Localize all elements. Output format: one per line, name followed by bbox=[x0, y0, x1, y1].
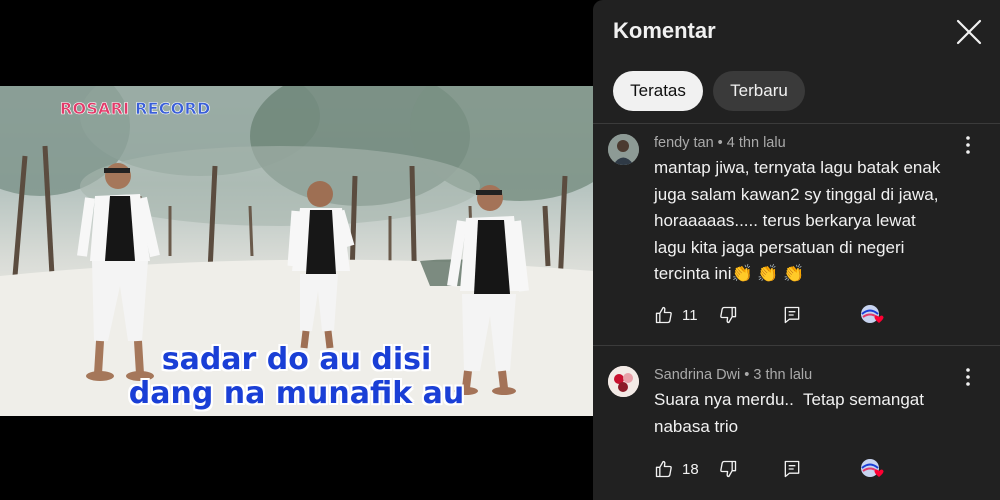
reply-icon bbox=[784, 460, 800, 478]
comment-actions: 18 bbox=[654, 457, 984, 481]
reply-icon bbox=[784, 306, 800, 324]
channel-watermark: ROSARI RECORD bbox=[60, 99, 211, 119]
comment-meta[interactable]: Sandrina Dwi • 3 thn lalu bbox=[654, 367, 812, 383]
like-count: 11 bbox=[682, 306, 698, 324]
panel-title: Komentar bbox=[613, 18, 716, 43]
reply-button[interactable] bbox=[782, 457, 802, 481]
close-button[interactable] bbox=[951, 14, 987, 50]
like-icon bbox=[655, 306, 672, 324]
comment-text: Suara nya merdu.. Tetap semangat nabasa … bbox=[654, 387, 974, 440]
comment-line: mantap jiwa, ternyata lagu batak enak bbox=[654, 158, 941, 177]
dislike-button[interactable] bbox=[718, 457, 738, 481]
avatar[interactable] bbox=[608, 134, 639, 165]
video-frame[interactable]: ROSARI RECORD sadar do au disi dang na m… bbox=[0, 86, 593, 416]
comment-line: lagu kita jaga persatuan di negeri bbox=[654, 237, 905, 257]
comment-actions: 11 bbox=[654, 303, 984, 327]
like-button[interactable]: 18 bbox=[654, 457, 699, 481]
sort-chip-top[interactable]: Teratas bbox=[613, 71, 703, 111]
more-vert-icon[interactable] bbox=[960, 135, 976, 155]
video-player[interactable]: ROSARI RECORD sadar do au disi dang na m… bbox=[0, 0, 593, 500]
dislike-icon bbox=[720, 306, 737, 324]
lyric-line-1: sadar do au disi bbox=[161, 342, 432, 377]
lyric-line-2: dang na munafik au bbox=[128, 376, 465, 411]
creator-heart-icon bbox=[859, 457, 887, 481]
like-count: 18 bbox=[682, 460, 699, 478]
comment-text: mantap jiwa, ternyata lagu batak enak ju… bbox=[654, 155, 974, 288]
reply-button[interactable] bbox=[782, 303, 802, 327]
comment-line: horaaaaas..... terus berkarya lewat bbox=[654, 211, 916, 230]
like-icon bbox=[655, 460, 672, 478]
comment-meta[interactable]: fendy tan • 4 thn lalu bbox=[654, 135, 786, 151]
divider bbox=[593, 345, 1000, 346]
comment-line: Suara nya merdu.. Tetap semangat bbox=[654, 390, 924, 409]
watermark-word-1: ROSARI bbox=[60, 99, 130, 119]
dislike-icon bbox=[720, 460, 737, 478]
divider bbox=[593, 123, 1000, 124]
more-vert-icon[interactable] bbox=[960, 367, 976, 387]
avatar[interactable] bbox=[608, 366, 639, 397]
comment-line: juga salam kawan2 sy tinggal di jawa, bbox=[654, 184, 939, 204]
dislike-button[interactable] bbox=[718, 303, 738, 327]
close-icon[interactable] bbox=[951, 14, 987, 50]
sort-chip-newest[interactable]: Terbaru bbox=[713, 71, 805, 111]
comment-line: tercinta ini👏 👏 👏 bbox=[654, 264, 805, 283]
watermark-word-2: RECORD bbox=[135, 99, 211, 119]
comment-line: nabasa trio bbox=[654, 416, 739, 436]
like-button[interactable]: 11 bbox=[654, 303, 698, 327]
creator-heart-icon bbox=[859, 303, 887, 327]
comments-panel: Komentar Teratas Terbaru fendy tan • 4 t… bbox=[593, 0, 1000, 500]
